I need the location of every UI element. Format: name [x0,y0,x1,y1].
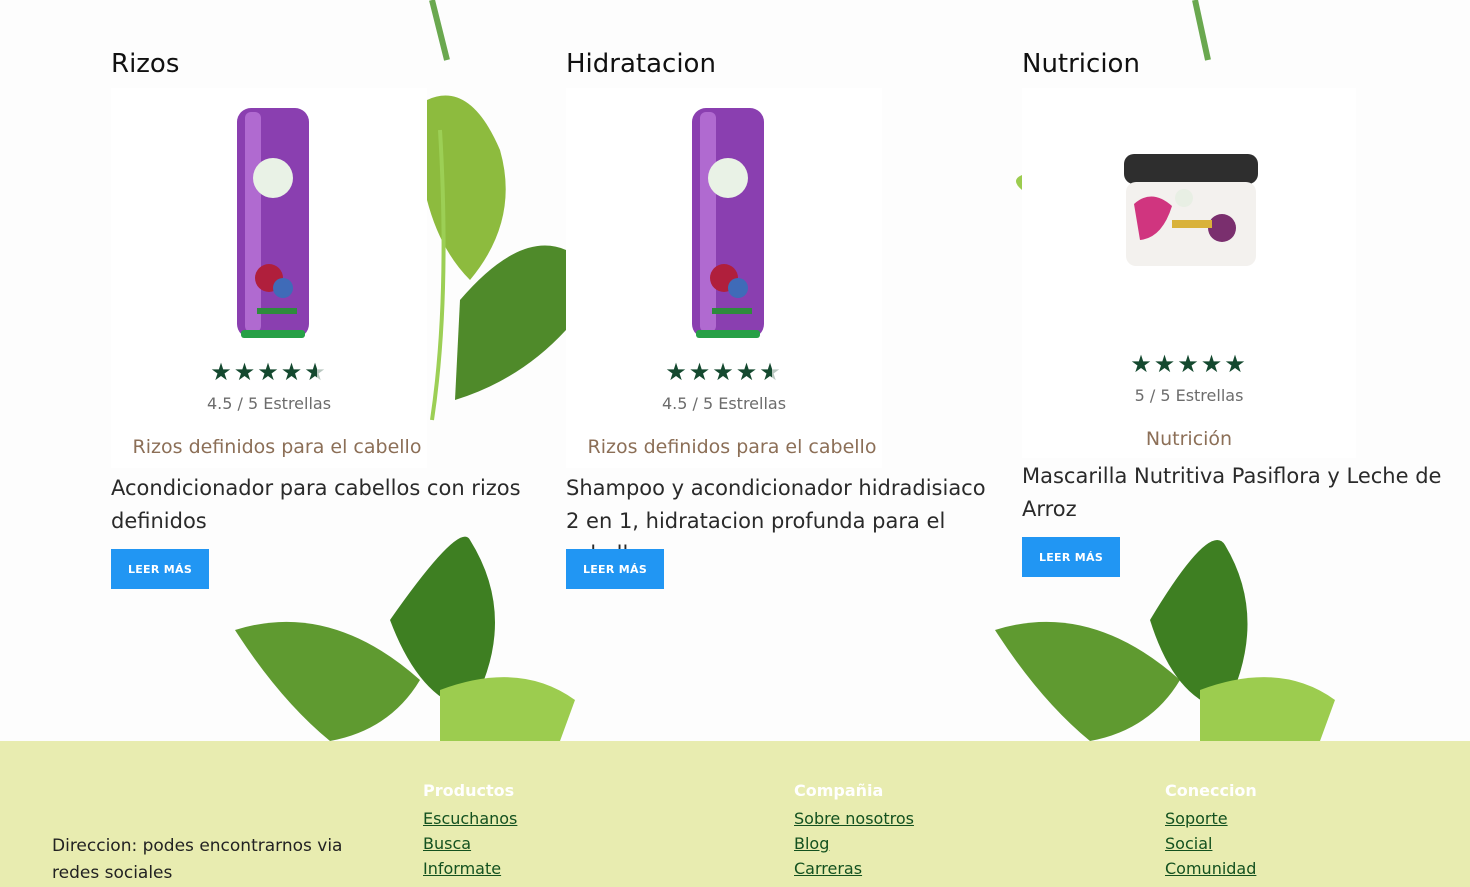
product-description: Mascarilla Nutritiva Pasiflora y Leche d… [1022,464,1442,521]
rating-stars: ★★★★★ [1130,350,1248,378]
product-card: Nutricion ★★★★★ 5 / 5 Estrellas Nutrició… [1022,48,1442,577]
rating-text: 5 / 5 Estrellas [1134,386,1244,405]
footer-link[interactable]: Blog [794,831,914,856]
category-title: Hidratacion [566,49,716,79]
footer-link[interactable]: Social [1165,831,1257,856]
product-description: Acondicionador para cabellos con rizos d… [111,476,521,533]
footer-column-productos: Productos Escuchanos Busca Informate [423,781,517,881]
product-image-box: ★★★★★ 4.5 / 5 Estrellas Rizos definidos … [566,88,882,468]
footer-link[interactable]: Busca [423,831,517,856]
footer-link[interactable]: Comunidad [1165,856,1257,881]
footer-address: Direccion: podes encontrarnos via redes … [52,836,343,883]
rating-stars: ★★★★★ [665,358,783,386]
products-section: Rizos ★★★★★ 4.5 / 5 Estrellas Rizos defi… [0,0,1470,741]
product-tagline: Rizos definidos para el cabello [132,436,422,458]
product-tagline: Nutrición [1145,428,1233,450]
read-more-button[interactable]: LEER MÁS [1022,537,1120,577]
read-more-button[interactable]: LEER MÁS [566,549,664,589]
footer-column-compania: Compañia Sobre nosotros Blog Carreras [794,781,914,881]
product-tagline: Rizos definidos para el cabello [587,436,877,458]
product-jar-image [1124,154,1258,266]
footer-link[interactable]: Sobre nosotros [794,806,914,831]
rating-text: 4.5 / 5 Estrellas [206,394,332,413]
product-card: Rizos ★★★★★ 4.5 / 5 Estrellas Rizos defi… [111,48,531,589]
footer-column-title: Coneccion [1165,781,1257,800]
read-more-button[interactable]: LEER MÁS [111,549,209,589]
footer-link[interactable]: Informate [423,856,517,881]
product-image-box: ★★★★★ 5 / 5 Estrellas Nutrición [1022,88,1356,458]
footer-link[interactable]: Carreras [794,856,914,881]
footer-column-coneccion: Coneccion Soporte Social Comunidad [1165,781,1257,881]
footer-link[interactable]: Soporte [1165,806,1257,831]
footer-column-title: Productos [423,781,515,800]
category-title: Nutricion [1022,49,1140,79]
product-bottle-image [692,108,764,338]
footer: Direccion: podes encontrarnos via redes … [0,741,1470,887]
footer-link[interactable]: Escuchanos [423,806,517,831]
category-title: Rizos [111,49,180,79]
footer-column-title: Compañia [794,781,884,800]
product-card: Hidratacion ★★★★★ 4.5 / 5 Estrellas Rizo… [566,48,986,589]
product-bottle-image [237,108,309,338]
rating-text: 4.5 / 5 Estrellas [661,394,787,413]
product-image-box: ★★★★★ 4.5 / 5 Estrellas Rizos definidos … [111,88,427,468]
rating-stars: ★★★★★ [210,358,328,386]
